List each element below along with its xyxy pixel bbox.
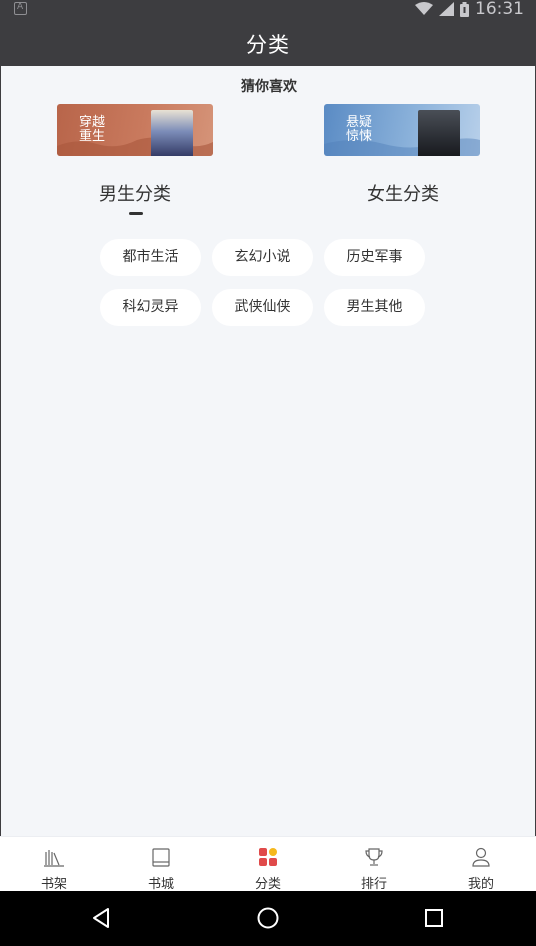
banner-time-travel-rebirth[interactable]: 穿越重生: [57, 104, 213, 156]
banner-label: 悬疑惊悚: [346, 115, 373, 144]
banner-suspense-thriller[interactable]: 悬疑惊悚: [324, 104, 480, 156]
nav-item-profile[interactable]: 我的: [451, 837, 511, 892]
category-chip[interactable]: 科幻灵异: [100, 289, 201, 326]
system-nav-bar: [0, 891, 536, 946]
battery-icon: [460, 1, 469, 17]
nav-label: 书城: [147, 877, 174, 892]
clock-time: 16:31: [475, 0, 524, 19]
category-chip[interactable]: 武侠仙侠: [212, 289, 313, 326]
status-icons: 16:31: [415, 0, 524, 18]
profile-icon: [472, 847, 490, 867]
category-chip[interactable]: 都市生活: [100, 239, 201, 276]
trophy-icon: [365, 848, 383, 866]
active-tab-indicator: [129, 212, 143, 215]
nav-label: 排行: [360, 877, 387, 892]
tab-female-categories[interactable]: 女生分类: [367, 180, 439, 206]
tab-male-categories[interactable]: 男生分类: [99, 180, 171, 206]
nav-item-ranking[interactable]: 排行: [344, 837, 404, 892]
recents-icon[interactable]: [420, 904, 448, 932]
notification-icon: A: [14, 2, 27, 15]
guess-section-title: 猜你喜欢: [241, 79, 297, 95]
signal-icon: [439, 2, 454, 16]
wifi-icon: [415, 2, 433, 15]
nav-item-bookshelf[interactable]: 书架: [24, 837, 84, 892]
category-chip[interactable]: 历史军事: [324, 239, 425, 276]
bottom-nav: 书架 书城 分类 排行 我的: [0, 836, 536, 892]
category-chip[interactable]: 男生其他: [324, 289, 425, 326]
nav-item-category[interactable]: 分类: [238, 837, 298, 892]
book-cover-image: [418, 110, 460, 156]
nav-label: 书架: [40, 877, 67, 892]
category-icon: [259, 848, 277, 866]
book-icon: [152, 848, 170, 867]
banner-label: 穿越重生: [79, 115, 106, 144]
nav-item-bookstore[interactable]: 书城: [131, 837, 191, 892]
app-bar: 分类: [0, 18, 536, 66]
nav-label: 分类: [254, 877, 281, 892]
page-title: 分类: [246, 33, 290, 57]
bookshelf-icon: [44, 850, 64, 867]
category-content: 猜你喜欢 穿越重生 悬疑惊悚 男生分类 女生分类 都市生活 玄幻小说 历史军事 …: [0, 66, 536, 836]
back-icon[interactable]: [88, 904, 116, 932]
category-chip[interactable]: 玄幻小说: [212, 239, 313, 276]
status-bar: A 16:31: [0, 0, 536, 18]
book-cover-image: [151, 110, 193, 156]
nav-label: 我的: [467, 877, 494, 892]
home-icon[interactable]: [254, 904, 282, 932]
